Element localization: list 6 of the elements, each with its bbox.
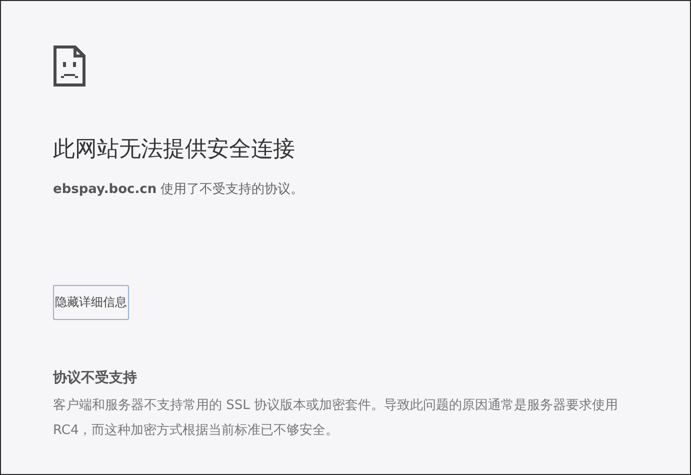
sad-document-icon (53, 45, 86, 87)
details-text: 客户端和服务器不支持常用的 SSL 协议版本或加密套件。导致此问题的原因通常是服务器要求使用 RC4，而这种加密方式根据当前标准已不够安全。 (53, 397, 620, 440)
error-message: ebspay.boc.cn 使用了不受支持的协议。 (53, 181, 304, 199)
details-heading: 协议不受支持 (53, 369, 137, 387)
hide-details-button[interactable]: 隐藏详细信息 (53, 285, 129, 320)
error-title: 此网站无法提供安全连接 (53, 136, 295, 164)
